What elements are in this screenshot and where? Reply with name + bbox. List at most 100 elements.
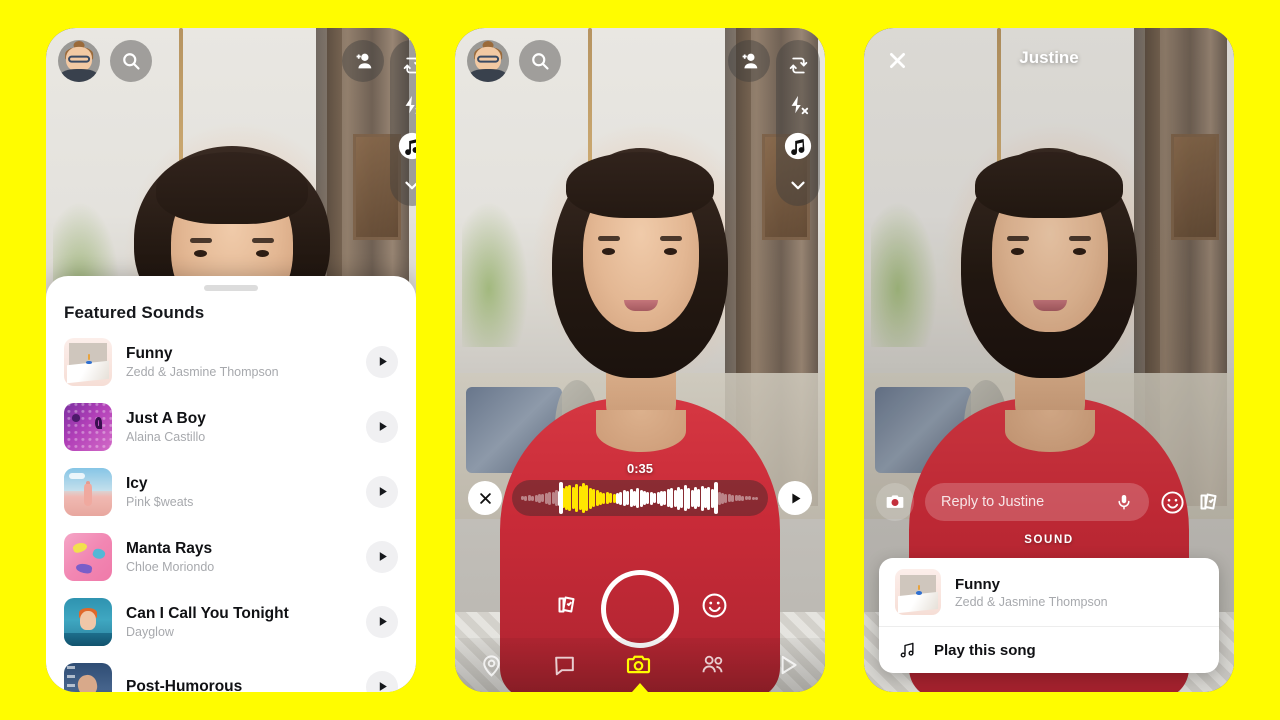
camera-tool-rail-left xyxy=(390,40,416,206)
shutter-button[interactable] xyxy=(601,570,679,648)
waveform-bar xyxy=(592,489,596,507)
featured-sounds-sheet: Featured Sounds Funny Zedd & Jasmine Thom… xyxy=(46,276,416,692)
sound-title: Manta Rays xyxy=(126,539,213,557)
trim-handle-end[interactable] xyxy=(714,482,719,514)
waveform-bar xyxy=(585,485,589,511)
trim-handle-start[interactable] xyxy=(558,482,563,514)
waveform-bar xyxy=(636,488,640,508)
sound-attachment-card: Funny Zedd & Jasmine Thompson Play this … xyxy=(879,558,1219,673)
waveform-bar xyxy=(548,491,552,505)
close-icon[interactable] xyxy=(468,481,502,515)
waveform-bar xyxy=(524,495,528,501)
sticker-cards-icon[interactable] xyxy=(1196,489,1222,515)
sound-artist: Zedd & Jasmine Thompson xyxy=(126,365,279,380)
bitmoji-avatar-icon[interactable] xyxy=(467,40,509,82)
waveform-bar xyxy=(619,491,623,505)
play-icon[interactable] xyxy=(366,605,398,638)
sound-title: Icy xyxy=(126,474,148,492)
play-icon[interactable] xyxy=(778,481,812,515)
camera-circle-icon[interactable] xyxy=(876,483,914,521)
phone-right-snap-viewer: Justine Reply to Justine SOUND Funny Zed… xyxy=(864,28,1234,692)
nav-item-map[interactable] xyxy=(479,653,504,678)
album-art xyxy=(64,337,112,386)
waveform-bar xyxy=(748,496,752,500)
waveform-bar xyxy=(724,493,728,503)
flip-camera-icon[interactable] xyxy=(402,48,416,82)
search-icon[interactable] xyxy=(110,40,152,82)
sound-meta: Icy Pink $weats xyxy=(126,474,352,509)
nav-item-camera[interactable] xyxy=(625,652,652,679)
sound-list-item[interactable]: Manta Rays Chloe Moriondo xyxy=(46,524,416,589)
reply-bar: Reply to Justine xyxy=(876,483,1222,521)
search-icon[interactable] xyxy=(519,40,561,82)
waveform-bar xyxy=(575,484,579,512)
play-icon[interactable] xyxy=(366,670,398,692)
waveform-bar xyxy=(697,489,701,507)
phone-mid-sound-trimmer: 0:35 xyxy=(455,28,825,692)
sheet-title: Featured Sounds xyxy=(64,303,205,322)
sound-artist: Alaina Castillo xyxy=(126,430,206,445)
sound-list-item[interactable]: Can I Call You Tonight Dayglow xyxy=(46,589,416,654)
waveform-bar xyxy=(663,491,667,505)
sound-meta: Manta Rays Chloe Moriondo xyxy=(126,539,352,574)
flash-off-icon[interactable] xyxy=(401,88,416,122)
waveform-bar xyxy=(741,495,745,501)
reply-input[interactable]: Reply to Justine xyxy=(925,483,1149,521)
sound-title: Funny xyxy=(126,344,173,362)
memories-cards-icon[interactable] xyxy=(550,588,584,622)
sound-meta: Just A Boy Alaina Castillo xyxy=(126,409,352,444)
smiley-icon[interactable] xyxy=(1160,490,1185,515)
sound-trimmer xyxy=(468,480,812,516)
waveform-bar xyxy=(670,488,674,508)
waveform-bar xyxy=(680,488,684,508)
sound-title: Post-Humorous xyxy=(126,677,243,692)
flash-off-icon[interactable] xyxy=(787,88,809,122)
sound-list-item[interactable]: Icy Pink $weats xyxy=(46,459,416,524)
sound-list-item[interactable]: Just A Boy Alaina Castillo xyxy=(46,394,416,459)
sound-track-artist: Zedd & Jasmine Thompson xyxy=(955,594,1108,609)
reply-placeholder: Reply to Justine xyxy=(941,494,1045,510)
waveform-bar xyxy=(609,493,613,503)
nav-item-chat[interactable] xyxy=(552,653,577,678)
waveform-bar xyxy=(687,487,691,509)
sound-artist: Dayglow xyxy=(126,625,174,640)
sound-list-item[interactable]: Funny Zedd & Jasmine Thompson xyxy=(46,329,416,394)
album-art xyxy=(64,402,112,451)
sound-list: Funny Zedd & Jasmine Thompson Just A Boy Al… xyxy=(46,329,416,692)
add-friend-icon[interactable] xyxy=(728,40,770,82)
music-note-icon xyxy=(897,640,917,660)
phone-left-sounds-browser: Featured Sounds Funny Zedd & Jasmine Thom… xyxy=(46,28,416,692)
lens-smiley-icon[interactable] xyxy=(697,588,731,622)
nav-item-friends[interactable] xyxy=(700,652,727,678)
sound-section-label: SOUND xyxy=(1024,534,1074,546)
sound-list-item[interactable]: Post-Humorous xyxy=(46,654,416,692)
sound-waveform[interactable] xyxy=(512,480,768,516)
sound-track-row[interactable]: Funny Zedd & Jasmine Thompson xyxy=(879,558,1219,627)
sound-title: Just A Boy xyxy=(126,409,206,427)
waveform-bar xyxy=(602,492,606,504)
add-friend-icon[interactable] xyxy=(342,40,384,82)
play-icon[interactable] xyxy=(366,345,398,378)
music-note-icon[interactable] xyxy=(783,128,813,164)
play-icon[interactable] xyxy=(366,410,398,443)
microphone-icon[interactable] xyxy=(1115,493,1133,511)
waveform-bar xyxy=(731,494,735,502)
sound-meta: Can I Call You Tonight Dayglow xyxy=(126,604,352,639)
waveform-bar xyxy=(653,493,657,503)
chevron-down-icon[interactable] xyxy=(401,170,416,200)
chevron-down-icon[interactable] xyxy=(787,170,809,200)
play-icon[interactable] xyxy=(366,540,398,573)
play-icon[interactable] xyxy=(366,475,398,508)
sound-track-title: Funny xyxy=(955,575,1000,593)
bitmoji-avatar-icon[interactable] xyxy=(58,40,100,82)
nav-item-spotlight[interactable] xyxy=(775,652,801,678)
music-note-icon[interactable] xyxy=(397,128,416,164)
flip-camera-icon[interactable] xyxy=(788,48,809,82)
waveform-bar xyxy=(531,495,535,501)
sound-artist: Chloe Moriondo xyxy=(126,560,215,575)
play-this-song-button[interactable]: Play this song xyxy=(879,627,1219,673)
active-tab-pointer xyxy=(632,683,648,692)
sound-meta: Post-Humorous xyxy=(126,677,352,692)
waveform-bar xyxy=(754,496,758,500)
play-this-song-label: Play this song xyxy=(934,641,1036,659)
